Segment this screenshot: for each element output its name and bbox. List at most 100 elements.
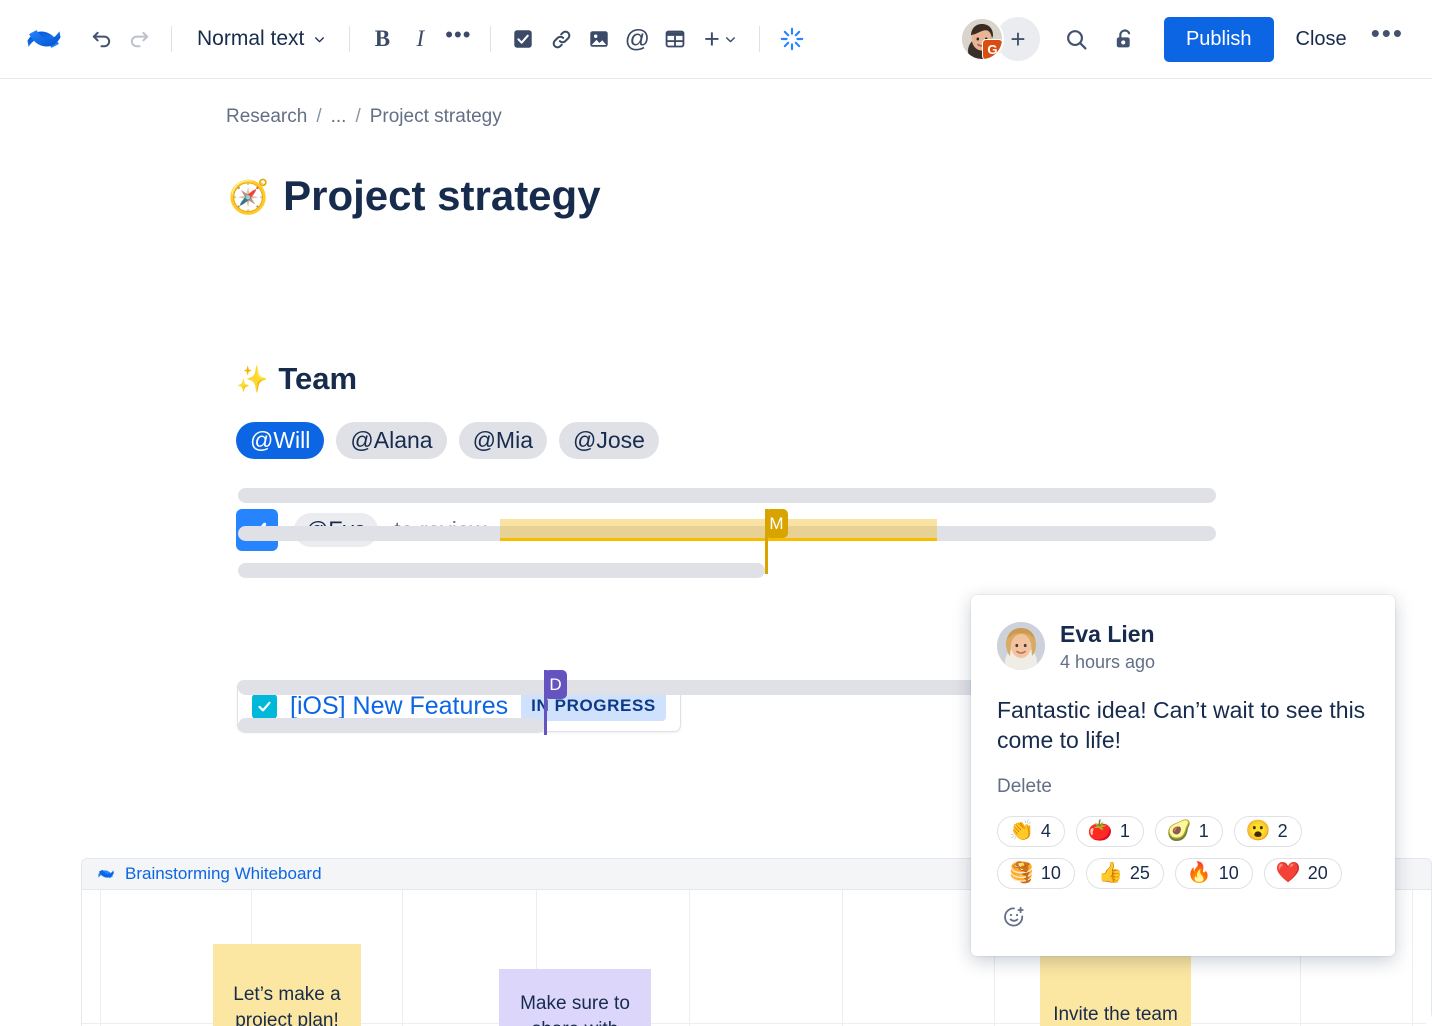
- close-label: Close: [1295, 27, 1347, 50]
- reaction-heart[interactable]: ❤️ 20: [1263, 857, 1342, 889]
- collab-cursor-d: D: [544, 670, 567, 735]
- sticky-note[interactable]: Make sure to share with sales before the…: [499, 969, 651, 1026]
- confluence-whiteboard-icon: [97, 865, 115, 883]
- reaction-fire[interactable]: 🔥 10: [1174, 857, 1253, 889]
- text-style-dropdown[interactable]: Normal text: [185, 21, 336, 57]
- reaction-count: 1: [1198, 820, 1209, 841]
- action-item-icon[interactable]: [504, 20, 542, 58]
- toolbar-divider: [349, 26, 351, 52]
- reaction-pancakes[interactable]: 🥞 10: [997, 857, 1075, 889]
- sticky-note[interactable]: Let’s make a project plan!: [213, 944, 361, 1026]
- reaction-tomato[interactable]: 🍅 1: [1075, 815, 1144, 847]
- reaction-avocado[interactable]: 🥑 1: [1154, 815, 1223, 847]
- grid-line: [842, 890, 843, 1026]
- reaction-count: 10: [1040, 862, 1061, 883]
- avatar[interactable]: G: [959, 17, 1004, 61]
- collaborators: G +: [959, 17, 1040, 61]
- mention-will[interactable]: @Will: [236, 422, 325, 459]
- toolbar-divider: [759, 26, 761, 52]
- mention-label: @: [624, 24, 651, 53]
- sticky-note-text: Make sure to share with sales before the…: [520, 993, 630, 1026]
- collab-cursor-m: M: [765, 509, 788, 574]
- bold-label: B: [374, 26, 391, 51]
- placeholder-bar: [238, 488, 1216, 503]
- atlassian-intelligence-icon[interactable]: [773, 20, 811, 58]
- mention-mia[interactable]: @Mia: [458, 422, 547, 459]
- breadcrumb-separator: /: [355, 106, 361, 127]
- reaction-clap[interactable]: 👏 4: [997, 815, 1065, 847]
- image-icon[interactable]: [580, 20, 618, 58]
- more-formatting-label: •••: [445, 21, 472, 47]
- comment-header: Eva Lien 4 hours ago: [997, 620, 1369, 673]
- reaction-astonished-face[interactable]: 😮 2: [1233, 815, 1302, 847]
- close-button[interactable]: Close: [1282, 18, 1361, 61]
- reaction-count: 4: [1040, 820, 1051, 841]
- grid-line: [689, 890, 690, 1026]
- mention-alana[interactable]: @Alana: [336, 422, 447, 459]
- comment-popover: Eva Lien 4 hours ago Fantastic idea! Can…: [971, 595, 1395, 956]
- breadcrumb: Research / ... / Project strategy: [226, 106, 502, 128]
- team-mentions: @Will @Alana @Mia @Jose: [236, 422, 659, 459]
- toolbar-divider: [490, 26, 492, 52]
- sticky-note-text: Let’s make a project plan!: [233, 983, 341, 1026]
- status-badge: IN PROGRESS: [521, 691, 666, 721]
- team-heading: ✨ Team: [236, 361, 357, 397]
- grid-line: [402, 890, 403, 1026]
- breadcrumb-item-0[interactable]: Research: [226, 106, 307, 128]
- italic-button[interactable]: I: [401, 20, 439, 58]
- reaction-thumbs-up[interactable]: 👍 25: [1085, 857, 1164, 889]
- sticky-note[interactable]: Invite the team to a group call: [1040, 956, 1191, 1026]
- page-title-text: Project strategy: [283, 172, 601, 219]
- comment-body: Fantastic idea! Can’t wait to see this c…: [997, 696, 1366, 754]
- bold-button[interactable]: B: [363, 20, 401, 58]
- publish-label: Publish: [1185, 27, 1252, 50]
- publish-button[interactable]: Publish: [1163, 16, 1274, 62]
- reaction-count: 20: [1307, 862, 1328, 883]
- heart-icon: ❤️: [1275, 862, 1301, 885]
- comment-timestamp: 4 hours ago: [1060, 651, 1156, 672]
- reaction-count: 10: [1218, 862, 1239, 883]
- mention-icon[interactable]: @: [618, 20, 656, 58]
- thumbs-up-icon: 👍: [1097, 862, 1123, 885]
- insert-menu-button[interactable]: +: [694, 20, 746, 58]
- breadcrumb-item-2[interactable]: Project strategy: [370, 106, 502, 128]
- insert-label: +: [703, 23, 720, 54]
- task-chip-checkbox[interactable]: [252, 693, 277, 719]
- toolbar-divider: [171, 26, 172, 52]
- task-chip-label: [iOS] New Features: [290, 691, 509, 720]
- breadcrumb-separator: /: [316, 106, 322, 127]
- add-reaction-icon[interactable]: [997, 900, 1031, 934]
- add-people-label: +: [1010, 23, 1026, 54]
- sticky-note-text: Invite the team to a group call: [1053, 1004, 1178, 1026]
- document-body: Research / ... / Project strategy 🧭 Proj…: [0, 79, 1432, 1026]
- avatar-badge: G: [981, 39, 1002, 59]
- unlocked-padlock-icon[interactable]: [1106, 20, 1144, 58]
- fire-icon: 🔥: [1186, 862, 1212, 885]
- text-style-label: Normal text: [197, 27, 305, 50]
- grid-line: [1412, 890, 1413, 1026]
- grid-line: [100, 890, 101, 1026]
- mention-jose[interactable]: @Jose: [559, 422, 659, 459]
- confluence-logo-icon[interactable]: [22, 17, 66, 61]
- table-icon[interactable]: [656, 20, 694, 58]
- astonished-face-icon: 😮: [1245, 820, 1271, 843]
- comment-author-name: Eva Lien: [1060, 621, 1155, 647]
- compass-icon[interactable]: 🧭: [228, 180, 269, 213]
- comment-author-avatar[interactable]: [997, 622, 1045, 671]
- placeholder-bar: [238, 563, 765, 578]
- chevron-down-icon: [315, 36, 325, 42]
- more-formatting-button[interactable]: •••: [439, 20, 477, 58]
- reaction-count: 1: [1119, 820, 1130, 841]
- breadcrumb-item-1[interactable]: ...: [331, 106, 347, 128]
- reaction-count: 25: [1129, 862, 1150, 883]
- comment-highlight[interactable]: [500, 519, 937, 541]
- team-heading-text: Team: [278, 361, 358, 396]
- search-icon[interactable]: [1058, 20, 1096, 58]
- comment-delete-button[interactable]: Delete: [997, 776, 1052, 798]
- more-actions-button[interactable]: •••: [1361, 14, 1414, 64]
- undo-icon[interactable]: [82, 20, 120, 58]
- italic-label: I: [416, 26, 425, 51]
- redo-icon[interactable]: [120, 20, 158, 58]
- link-icon[interactable]: [542, 20, 580, 58]
- page-title[interactable]: 🧭 Project strategy: [228, 172, 601, 220]
